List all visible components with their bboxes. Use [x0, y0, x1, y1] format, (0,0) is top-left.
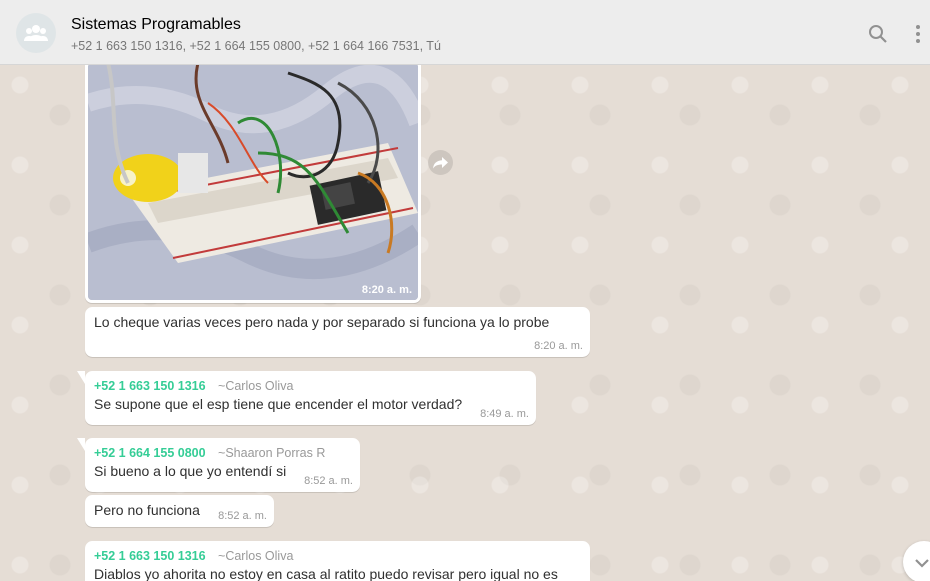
group-icon: [24, 25, 48, 41]
sender-alias: ~Carlos Oliva: [218, 379, 294, 393]
search-icon[interactable]: [868, 24, 888, 44]
message-time: 8:52 a. m.: [218, 510, 267, 522]
message-time: 8:52 a. m.: [304, 475, 353, 487]
sender-phone[interactable]: +52 1 664 155 0800: [94, 446, 206, 460]
image-message[interactable]: 8:20 a. m.: [85, 65, 421, 303]
message-time: 8:20 a. m.: [534, 340, 583, 352]
more-vert-icon[interactable]: [914, 24, 922, 44]
message-text: Diablos yo ahorita no estoy en casa al r…: [94, 566, 558, 581]
chat-title[interactable]: Sistemas Programables: [71, 16, 241, 34]
chevron-down-icon: [915, 559, 929, 568]
chat-participants: +52 1 663 150 1316, +52 1 664 155 0800, …: [71, 39, 441, 53]
message-text: Se supone que el esp tiene que encender …: [94, 396, 463, 412]
message-bubble[interactable]: +52 1 664 155 0800 ~Shaaron Porras R Si …: [77, 438, 360, 492]
message-bubble[interactable]: Lo cheque varias veces pero nada y por s…: [85, 307, 590, 357]
sender-alias: ~Shaaron Porras R: [218, 446, 326, 460]
sender-phone[interactable]: +52 1 663 150 1316: [94, 549, 206, 563]
message-bubble[interactable]: Pero no funciona 8:52 a. m.: [85, 495, 274, 527]
sender-phone[interactable]: +52 1 663 150 1316: [94, 379, 206, 393]
chat-panel[interactable]: 8:20 a. m. Lo cheque varias veces pero n…: [0, 65, 930, 581]
message-bubble[interactable]: +52 1 663 150 1316 ~Carlos Oliva Diablos…: [85, 541, 590, 581]
message-time: 8:49 a. m.: [480, 408, 529, 420]
breadboard-photo[interactable]: 8:20 a. m.: [88, 65, 418, 300]
forward-button[interactable]: [428, 150, 453, 175]
message-text: Lo cheque varias veces pero nada y por s…: [94, 314, 550, 330]
chat-header: Sistemas Programables +52 1 663 150 1316…: [0, 0, 930, 65]
group-avatar[interactable]: [16, 13, 56, 53]
forward-icon: [433, 157, 448, 169]
photo-time: 8:20 a. m.: [361, 284, 412, 296]
sender-alias: ~Carlos Oliva: [218, 549, 294, 563]
message-bubble[interactable]: +52 1 663 150 1316 ~Carlos Oliva Se supo…: [77, 371, 536, 425]
